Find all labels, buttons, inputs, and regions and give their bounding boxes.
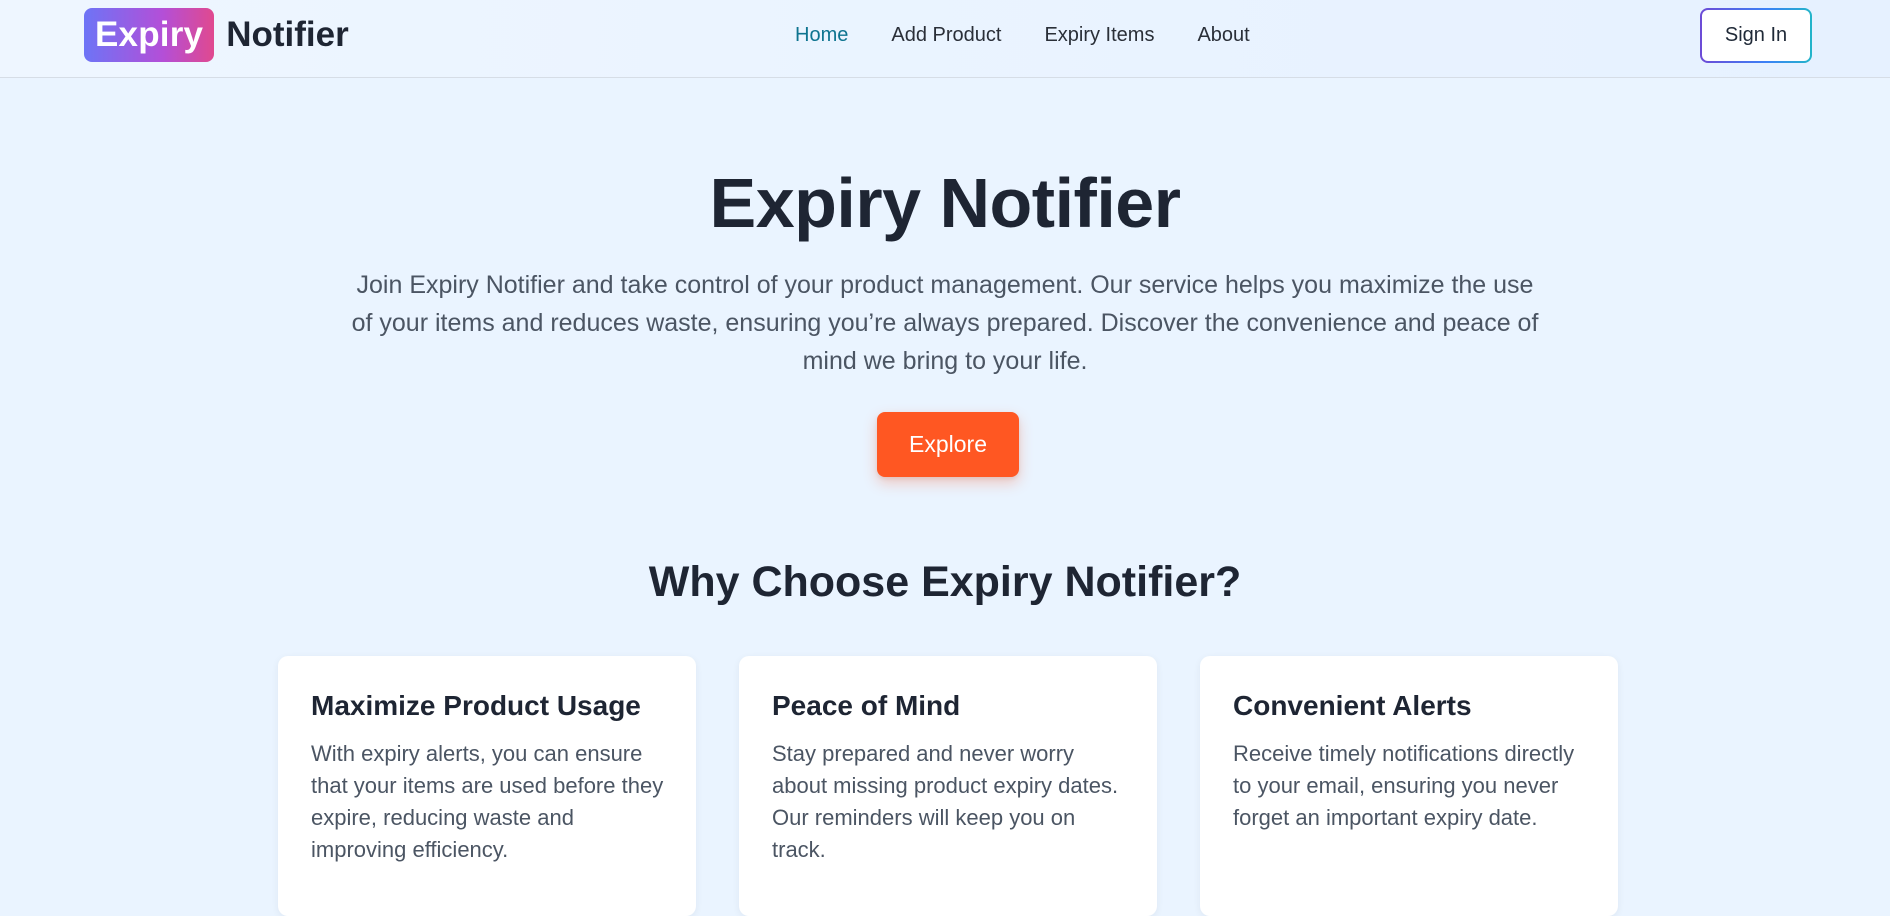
feature-card-maximize-usage: Maximize Product Usage With expiry alert…	[278, 656, 696, 916]
feature-card-title: Convenient Alerts	[1233, 690, 1472, 721]
features-heading: Why Choose Expiry Notifier?	[648, 558, 1242, 606]
nav-link-expiry-items[interactable]: Expiry Items	[1044, 24, 1154, 47]
main-nav: Home Add Product Expiry Items About	[795, 22, 1250, 48]
feature-card-peace-of-mind: Peace of Mind Stay prepared and never wo…	[739, 656, 1157, 916]
brand-text: Notifier	[226, 15, 349, 54]
feature-card-convenient-alerts: Convenient Alerts Receive timely notific…	[1200, 656, 1618, 916]
sign-in-button[interactable]: Sign In	[1700, 8, 1812, 63]
feature-card-text: Stay prepared and never worry about miss…	[772, 741, 1119, 862]
feature-card-title: Peace of Mind	[772, 690, 961, 721]
nav-link-home[interactable]: Home	[795, 24, 848, 47]
feature-card-title: Maximize Product Usage	[311, 690, 641, 721]
explore-button[interactable]: Explore	[877, 412, 1019, 477]
brand-badge: Expiry	[84, 8, 215, 62]
feature-card-text: With expiry alerts, you can ensure that …	[311, 741, 664, 862]
hero-description: Join Expiry Notifier and take control of…	[351, 271, 1539, 375]
nav-link-about[interactable]: About	[1197, 24, 1249, 47]
nav-link-add-product[interactable]: Add Product	[891, 24, 1001, 47]
top-navbar: Expiry Notifier Home Add Product Expiry …	[0, 0, 1890, 78]
hero-title: Expiry Notifier	[709, 164, 1181, 242]
feature-card-text: Receive timely notifications directly to…	[1233, 741, 1575, 830]
brand-logo[interactable]: Expiry Notifier	[84, 8, 349, 62]
